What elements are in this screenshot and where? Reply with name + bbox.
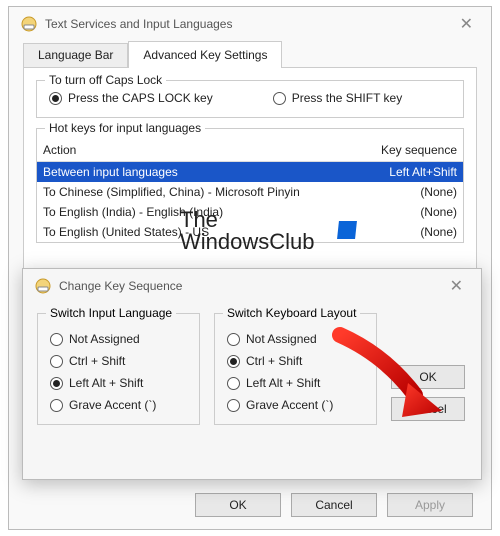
cell-keyseq: (None) xyxy=(357,205,457,219)
tab-language-bar[interactable]: Language Bar xyxy=(23,43,128,68)
switch-keyboard-layout-fieldset: Switch Keyboard Layout Not Assigned Ctrl… xyxy=(214,313,377,425)
cell-keyseq: (None) xyxy=(357,225,457,239)
radio-label: Not Assigned xyxy=(69,332,140,346)
hotkeys-legend: Hot keys for input languages xyxy=(45,121,205,135)
radio-label: Ctrl + Shift xyxy=(69,354,125,368)
radio-icon xyxy=(50,333,63,346)
radio-label: Left Alt + Shift xyxy=(69,376,143,390)
fieldset-legend: Switch Input Language xyxy=(46,306,176,320)
radio-not-assigned[interactable]: Not Assigned xyxy=(50,332,187,346)
radio-shift-key[interactable]: Press the SHIFT key xyxy=(273,91,402,105)
watermark: The WindowsClub xyxy=(180,207,315,255)
ok-button[interactable]: OK xyxy=(195,493,281,517)
radio-label: Grave Accent (`) xyxy=(246,398,333,412)
radio-icon xyxy=(227,355,240,368)
radio-not-assigned[interactable]: Not Assigned xyxy=(227,332,364,346)
cancel-button[interactable]: Cancel xyxy=(391,397,465,421)
radio-label: Press the CAPS LOCK key xyxy=(68,91,213,105)
keyboard-icon xyxy=(21,16,37,32)
radio-icon xyxy=(50,377,63,390)
titlebar: Text Services and Input Languages ✕ xyxy=(9,7,491,41)
radio-icon xyxy=(50,399,63,412)
fieldset-legend: Switch Keyboard Layout xyxy=(223,306,360,320)
radio-icon xyxy=(49,92,62,105)
main-button-bar: OK Cancel Apply xyxy=(195,493,473,517)
radio-ctrl-shift[interactable]: Ctrl + Shift xyxy=(227,354,364,368)
radio-left-alt-shift[interactable]: Left Alt + Shift xyxy=(50,376,187,390)
radio-icon xyxy=(227,333,240,346)
table-row[interactable]: To Chinese (Simplified, China) - Microso… xyxy=(37,182,463,202)
window-title: Text Services and Input Languages xyxy=(45,17,454,31)
watermark-line2: WindowsClub xyxy=(180,229,315,255)
radio-label: Left Alt + Shift xyxy=(246,376,320,390)
radio-grave-accent[interactable]: Grave Accent (`) xyxy=(227,398,364,412)
cell-action: Between input languages xyxy=(43,165,357,179)
ok-button[interactable]: OK xyxy=(391,365,465,389)
list-header: Action Key sequence xyxy=(37,139,463,162)
switch-input-language-fieldset: Switch Input Language Not Assigned Ctrl … xyxy=(37,313,200,425)
dialog-body: Switch Input Language Not Assigned Ctrl … xyxy=(23,303,481,435)
radio-label: Press the SHIFT key xyxy=(292,91,402,105)
tab-advanced-key-settings[interactable]: Advanced Key Settings xyxy=(128,41,282,68)
radio-label: Ctrl + Shift xyxy=(246,354,302,368)
capslock-legend: To turn off Caps Lock xyxy=(45,73,166,87)
keyboard-icon xyxy=(35,278,51,294)
col-keyseq: Key sequence xyxy=(357,143,457,157)
watermark-square-icon xyxy=(337,221,357,239)
apply-button[interactable]: Apply xyxy=(387,493,473,517)
col-action: Action xyxy=(43,143,357,157)
close-icon[interactable]: ✕ xyxy=(444,276,469,296)
cancel-button[interactable]: Cancel xyxy=(291,493,377,517)
change-key-sequence-window: Change Key Sequence ✕ Switch Input Langu… xyxy=(22,268,482,480)
cell-action: To Chinese (Simplified, China) - Microso… xyxy=(43,185,357,199)
radio-caps-lock-key[interactable]: Press the CAPS LOCK key xyxy=(49,91,213,105)
window-title: Change Key Sequence xyxy=(59,279,444,293)
capslock-fieldset: To turn off Caps Lock Press the CAPS LOC… xyxy=(36,80,464,118)
radio-left-alt-shift[interactable]: Left Alt + Shift xyxy=(227,376,364,390)
radio-grave-accent[interactable]: Grave Accent (`) xyxy=(50,398,187,412)
radio-label: Grave Accent (`) xyxy=(69,398,156,412)
radio-icon xyxy=(227,399,240,412)
cell-keyseq: Left Alt+Shift xyxy=(357,165,457,179)
table-row[interactable]: Between input languages Left Alt+Shift xyxy=(37,162,463,182)
dialog-button-bar: OK Cancel xyxy=(391,313,467,425)
radio-icon xyxy=(50,355,63,368)
radio-ctrl-shift[interactable]: Ctrl + Shift xyxy=(50,354,187,368)
titlebar: Change Key Sequence ✕ xyxy=(23,269,481,303)
radio-icon xyxy=(273,92,286,105)
radio-label: Not Assigned xyxy=(246,332,317,346)
cell-keyseq: (None) xyxy=(357,185,457,199)
close-icon[interactable]: ✕ xyxy=(454,14,479,34)
radio-icon xyxy=(227,377,240,390)
tabs: Language Bar Advanced Key Settings xyxy=(9,41,491,68)
